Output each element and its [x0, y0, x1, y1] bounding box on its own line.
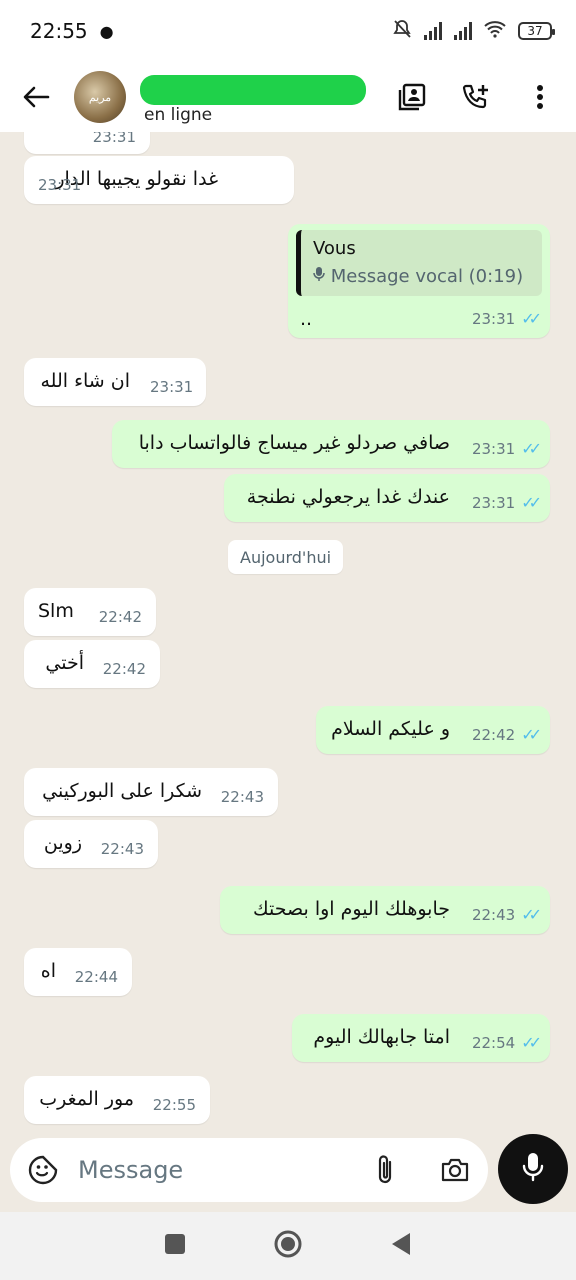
message-time: 22:55 [152, 1096, 196, 1114]
message-text: جابوهلك اليوم اوا بصحتك [253, 898, 450, 920]
voice-record-button[interactable] [498, 1134, 568, 1204]
message-text: اه [40, 960, 56, 982]
message-text: Slm [38, 600, 74, 622]
quote-body: Message vocal (0:19) [313, 264, 530, 290]
message-time: 23:31 [471, 310, 516, 328]
message-text: و عليكم السلام [331, 718, 450, 740]
message-text: شكرا على البوركيني [42, 780, 202, 802]
nav-back-icon[interactable] [390, 1232, 412, 1260]
message-text: مور المغرب [39, 1088, 134, 1110]
more-options-icon[interactable] [522, 79, 558, 115]
message-bubble[interactable]: غدا نقولو يجيبها الدار 23:31 [24, 156, 294, 204]
message-bubble[interactable]: اه 22:44 [24, 948, 132, 996]
message-text: عندك غدا يرجعولي نطنجة [246, 486, 450, 508]
notification-icon: ● [99, 21, 114, 41]
message-time: 23:31 [38, 176, 82, 194]
read-ticks-icon: ✓✓ [521, 1033, 542, 1052]
message-bubble[interactable]: مور المغرب 22:55 [24, 1076, 210, 1124]
date-divider: Aujourd'hui [228, 540, 344, 574]
message-bubble[interactable]: و عليكم السلام 22:42 ✓✓ [316, 706, 550, 754]
message-time: 22:42 [98, 608, 142, 626]
wifi-icon [484, 20, 506, 42]
message-bubble[interactable]: شكرا على البوركيني 22:43 [24, 768, 278, 816]
read-ticks-icon: ✓✓ [521, 725, 542, 744]
message-bubble[interactable]: جابوهلك اليوم اوا بصحتك 22:43 ✓✓ [220, 886, 550, 934]
add-call-icon[interactable] [458, 79, 494, 115]
message-time: 22:42 [102, 660, 146, 678]
battery-icon: 37 [518, 22, 555, 40]
avatar-text: مريم [88, 90, 112, 104]
quote-author: Vous [313, 238, 356, 259]
signal-icon-2 [454, 22, 472, 40]
message-text: امتا جابهالك اليوم [313, 1026, 450, 1048]
message-text: .. [300, 308, 313, 330]
message-bubble[interactable]: أختي 22:42 [24, 640, 160, 688]
status-bar: 22:55 ● 37 [0, 0, 576, 62]
chat-header: مريم en ligne [0, 62, 576, 132]
back-arrow-icon[interactable] [18, 79, 54, 115]
message-time: 22:43 [100, 840, 144, 858]
message-bubble[interactable]: امتا جابهالك اليوم 22:54 ✓✓ [292, 1014, 550, 1062]
camera-icon[interactable] [438, 1153, 472, 1187]
message-composer [10, 1138, 488, 1202]
message-bubble[interactable]: Slm 22:42 [24, 588, 156, 636]
signal-icon-1 [424, 22, 442, 40]
recents-icon[interactable] [164, 1233, 186, 1259]
read-ticks-icon: ✓✓ [521, 309, 542, 328]
chat-area[interactable]: 23:31 غدا نقولو يجيبها الدار 23:31 Vous … [0, 132, 576, 1132]
message-time: 23:31 [150, 378, 194, 396]
message-text: زوين [43, 832, 82, 854]
contact-name-redacted [140, 75, 366, 105]
avatar[interactable]: مريم [74, 71, 126, 123]
message-time: 23:31 [92, 132, 136, 146]
system-nav-bar [0, 1212, 576, 1280]
read-ticks-icon: ✓✓ [521, 493, 542, 512]
message-text: ان شاء الله [40, 370, 131, 392]
read-ticks-icon: ✓✓ [521, 905, 542, 924]
mic-icon [521, 1151, 545, 1187]
home-icon[interactable] [273, 1229, 303, 1263]
message-time: 22:54 [471, 1034, 516, 1052]
silent-icon [392, 19, 412, 43]
message-time: 22:43 [471, 906, 516, 924]
message-time: 22:44 [74, 968, 118, 986]
attach-icon[interactable] [368, 1153, 402, 1187]
contact-info[interactable]: en ligne [140, 71, 366, 125]
mic-icon [313, 266, 331, 287]
message-time: 22:42 [471, 726, 516, 744]
status-time: 22:55 [30, 19, 88, 43]
quote-body-text: Message vocal (0:19) [330, 266, 524, 287]
message-time: 23:31 [471, 494, 516, 512]
message-bubble[interactable]: زوين 22:43 [24, 820, 158, 868]
message-bubble[interactable]: صافي صردلو غير ميساج فالواتساب دابا 23:3… [112, 420, 550, 468]
message-bubble[interactable]: ان شاء الله 23:31 [24, 358, 206, 406]
message-input[interactable] [78, 1156, 348, 1184]
message-bubble-reply[interactable]: Vous Message vocal (0:19) .. 23:31 ✓✓ [288, 224, 550, 338]
message-bubble[interactable]: عندك غدا يرجعولي نطنجة 23:31 ✓✓ [224, 474, 550, 522]
read-ticks-icon: ✓✓ [521, 439, 542, 458]
message-time: 23:31 [471, 440, 516, 458]
quoted-message[interactable]: Vous Message vocal (0:19) [296, 230, 542, 296]
message-time: 22:43 [220, 788, 264, 806]
message-text: أختي [45, 652, 84, 674]
message-bubble-partial[interactable]: 23:31 [24, 132, 150, 154]
sticker-icon[interactable] [26, 1153, 60, 1187]
message-text: صافي صردلو غير ميساج فالواتساب دابا [138, 432, 450, 454]
contact-card-icon[interactable] [394, 79, 430, 115]
presence-status: en ligne [144, 105, 213, 125]
